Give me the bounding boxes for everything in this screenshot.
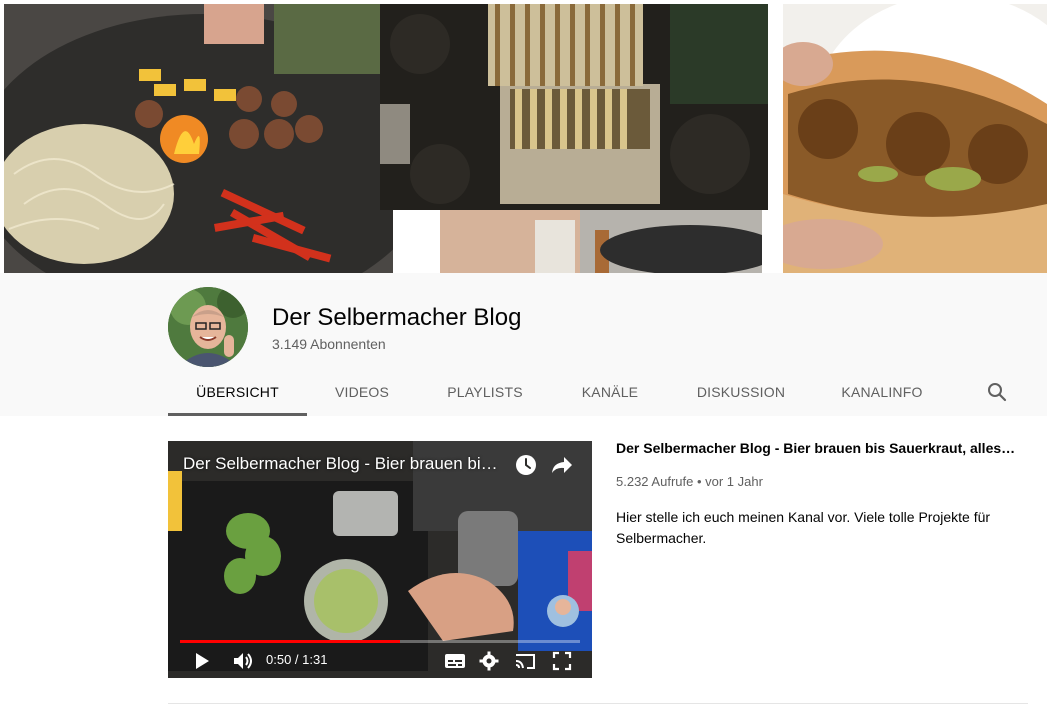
subscriber-count: 3.149 Abonnenten [272, 336, 386, 352]
tab-overview[interactable]: ÜBERSICHT [168, 371, 307, 416]
active-tab-indicator [168, 413, 307, 416]
channel-banner [0, 0, 1047, 273]
player-video-title[interactable]: Der Selbermacher Blog - Bier brauen bis … [183, 454, 503, 474]
banner-beehive-image [380, 4, 768, 210]
search-icon[interactable] [985, 380, 1009, 404]
channel-tabs: ÜBERSICHT VIDEOS PLAYLISTS KANÄLE DISKUS… [168, 371, 1028, 416]
progress-played [180, 640, 400, 643]
section-divider [168, 703, 1028, 704]
volume-icon[interactable] [232, 650, 254, 672]
watch-later-icon[interactable] [514, 453, 538, 477]
banner-fermenting-image [440, 210, 762, 273]
video-title-link[interactable]: Der Selbermacher Blog - Bier brauen bis … [616, 440, 1016, 456]
banner-grill-image [4, 4, 393, 273]
cast-icon[interactable] [514, 651, 536, 671]
play-icon[interactable] [192, 651, 212, 671]
settings-icon[interactable] [479, 650, 499, 672]
upload-age: vor 1 Jahr [705, 474, 763, 489]
view-count: 5.232 Aufrufe [616, 474, 694, 489]
tab-channels[interactable]: KANÄLE [560, 371, 660, 416]
subtitles-icon[interactable] [444, 651, 466, 671]
tab-discussion[interactable]: DISKUSSION [681, 371, 801, 416]
tab-about[interactable]: KANALINFO [824, 371, 940, 416]
tab-playlists[interactable]: PLAYLISTS [430, 371, 540, 416]
tab-videos[interactable]: VIDEOS [307, 371, 417, 416]
channel-avatar[interactable] [168, 287, 248, 367]
playback-time: 0:50 / 1:31 [266, 652, 328, 667]
video-metadata: 5.232 Aufrufe • vor 1 Jahr [616, 474, 763, 489]
meta-separator: • [696, 474, 706, 489]
banner-hotdog-image [783, 4, 1047, 273]
video-player[interactable]: Der Selbermacher Blog - Bier brauen bis … [168, 441, 592, 678]
video-description: Hier stelle ich euch meinen Kanal vor. V… [616, 509, 991, 546]
share-icon[interactable] [550, 453, 574, 477]
fullscreen-icon[interactable] [552, 651, 572, 671]
channel-title: Der Selbermacher Blog [272, 304, 522, 331]
